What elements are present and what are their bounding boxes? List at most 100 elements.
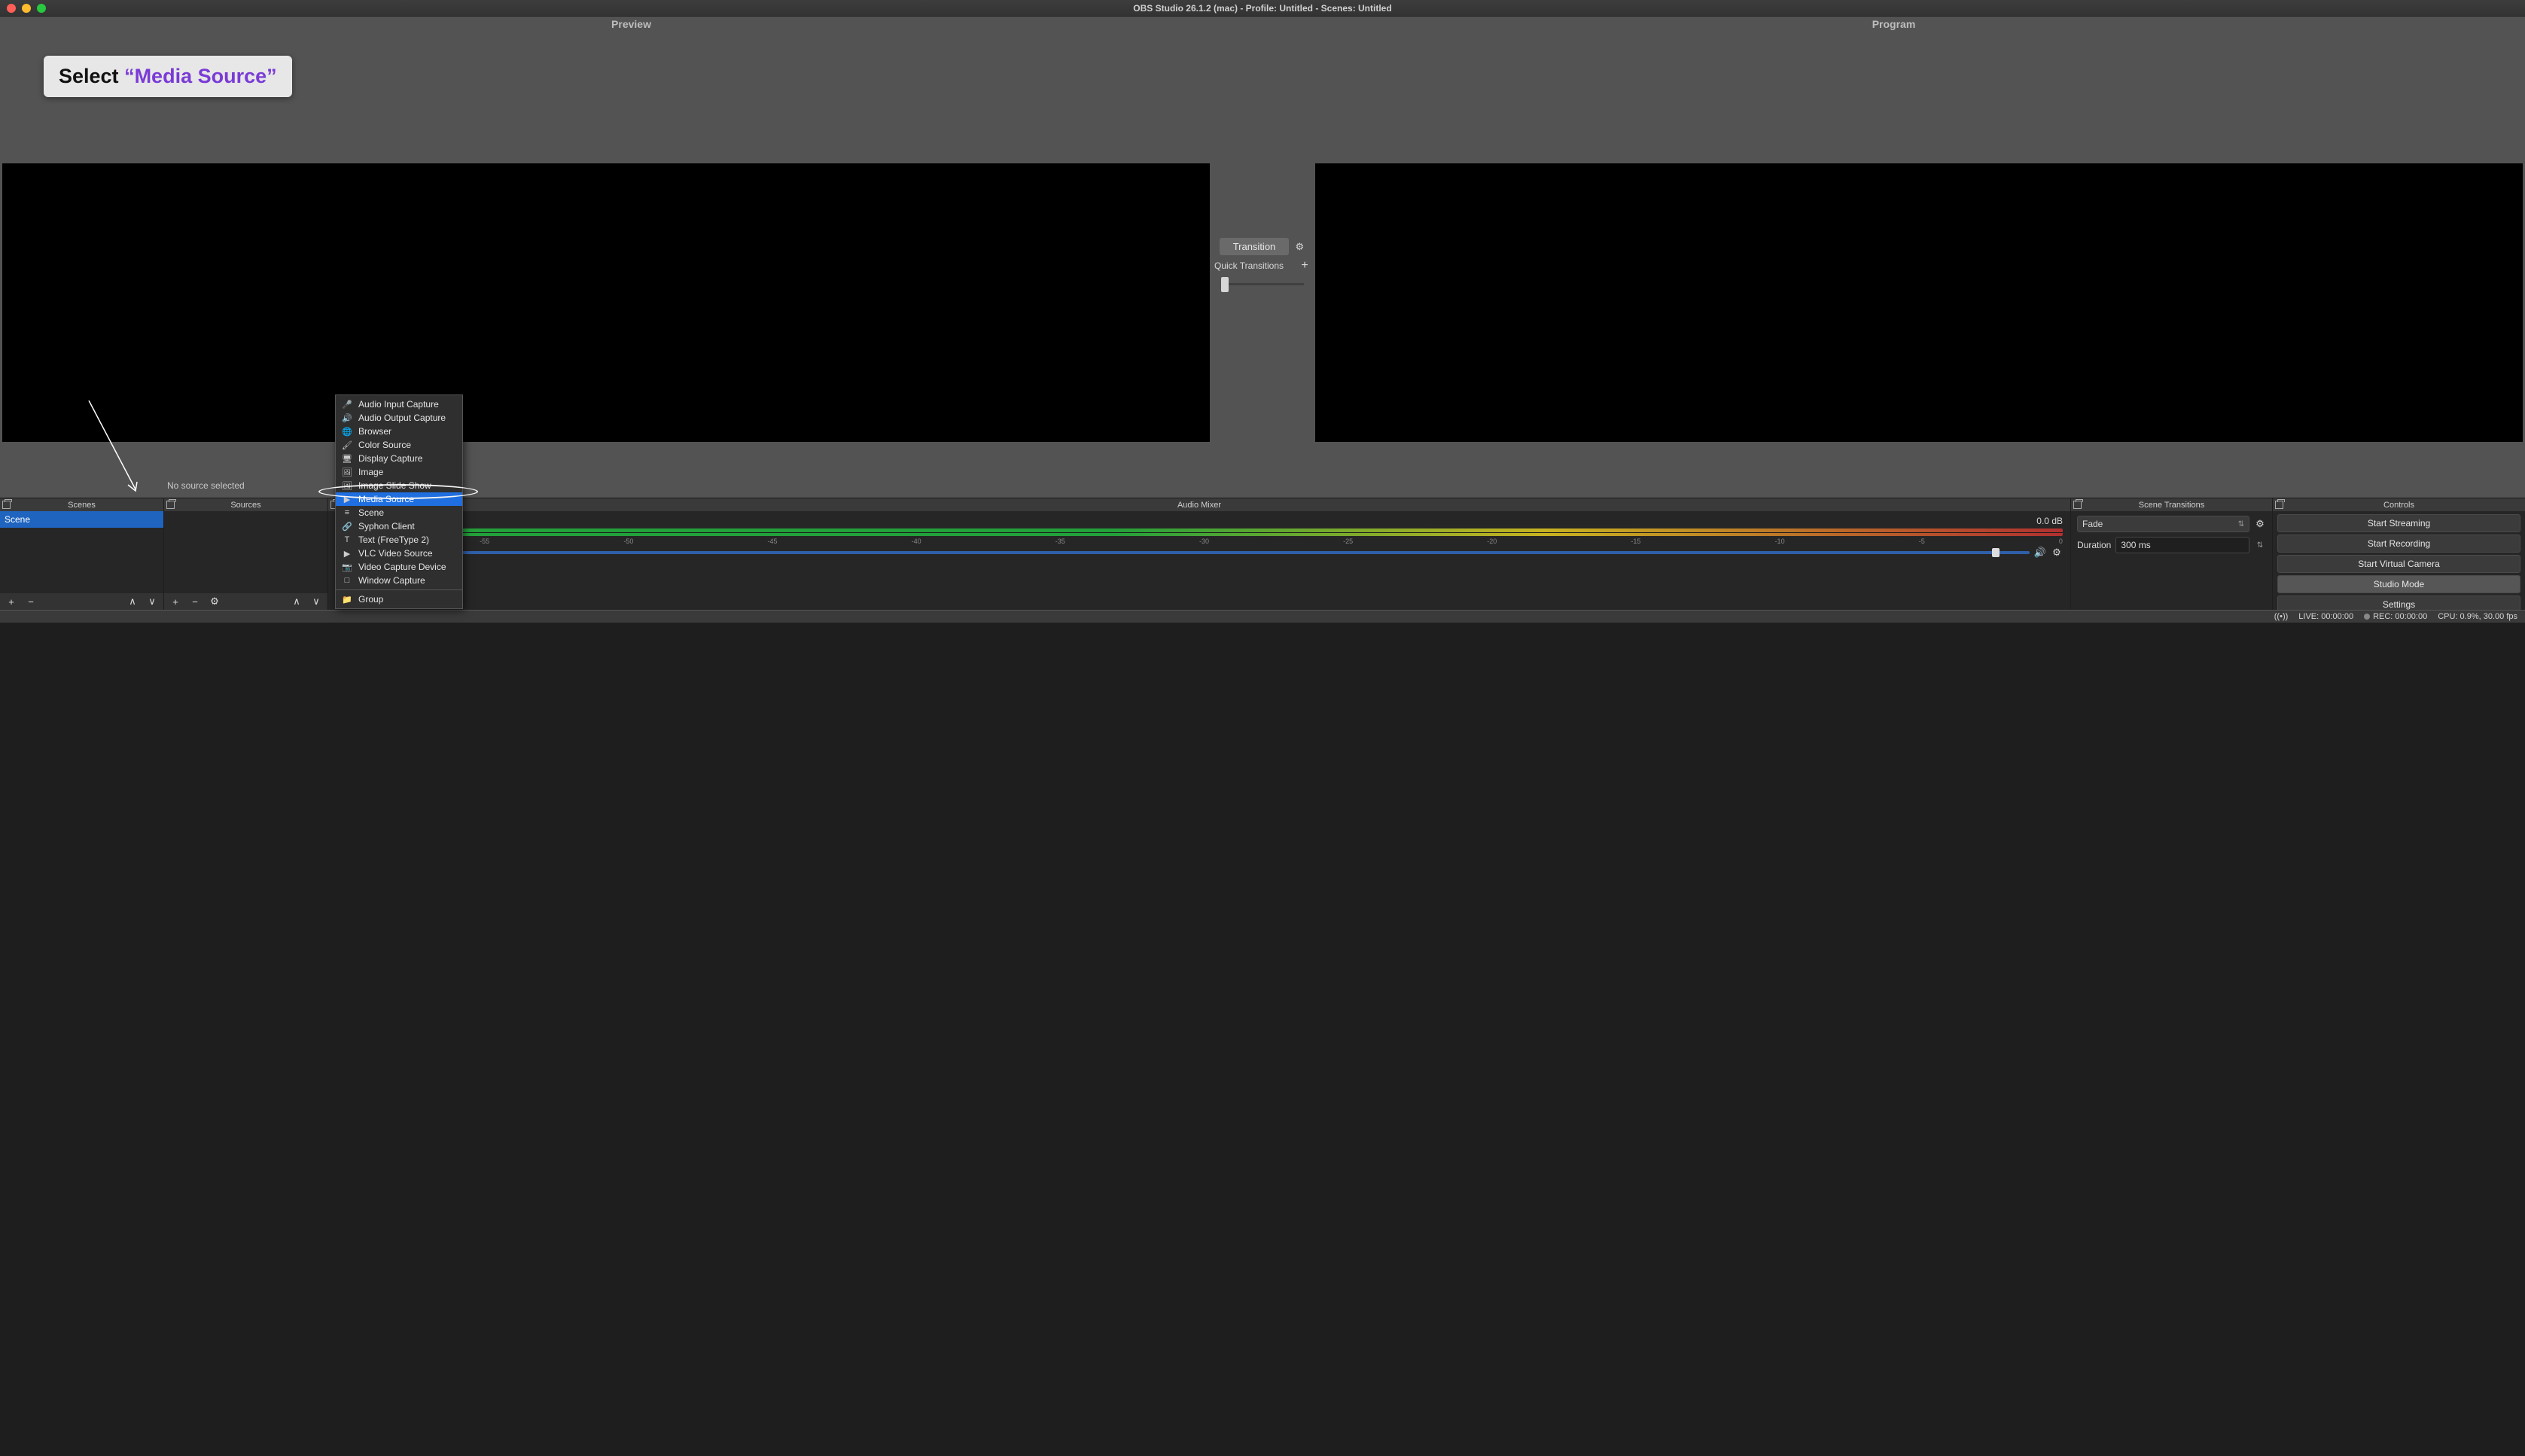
controls-panel-header[interactable]: Controls xyxy=(2273,498,2525,511)
volume-slider[interactable] xyxy=(336,551,2030,554)
spk-icon: 🔊 xyxy=(342,413,352,423)
menu-item-label: Audio Input Capture xyxy=(358,399,439,410)
transition-settings-icon[interactable]: ⚙ xyxy=(1293,241,1305,253)
move-scene-down-button[interactable]: ∨ xyxy=(144,595,160,608)
titlebar: OBS Studio 26.1.2 (mac) - Profile: Untit… xyxy=(0,0,2525,17)
mixer-panel-header[interactable]: Audio Mixer xyxy=(328,498,2070,511)
source-properties-button[interactable]: ⚙ xyxy=(206,595,223,608)
scene-item[interactable]: Scene xyxy=(0,511,163,528)
brush-icon: 🖌 xyxy=(342,440,352,450)
source-menu-item-vlc-video-source[interactable]: ▶VLC Video Source xyxy=(336,547,462,560)
rec-time: REC: 00:00:00 xyxy=(2373,612,2427,621)
popout-icon[interactable] xyxy=(2275,501,2283,509)
transition-button[interactable]: Transition xyxy=(1220,238,1290,255)
cam-icon: 📷 xyxy=(342,562,352,572)
menu-item-label: Browser xyxy=(358,426,391,437)
start-recording-button[interactable]: Start Recording xyxy=(2277,535,2520,553)
source-menu-item-group[interactable]: 📁 Group xyxy=(336,592,462,606)
globe-icon: 🌐 xyxy=(342,427,352,437)
transition-selected: Fade xyxy=(2082,519,2103,529)
source-menu-item-display-capture[interactable]: 🖥Display Capture xyxy=(336,452,462,465)
transitions-body: Fade ⇅ ⚙ Duration 300 ms ⇅ xyxy=(2071,511,2272,610)
source-menu-item-window-capture[interactable]: □Window Capture xyxy=(336,574,462,587)
T-icon: T xyxy=(342,535,352,544)
menu-item-label: Syphon Client xyxy=(358,521,415,532)
preview-canvas[interactable] xyxy=(2,163,1210,442)
duration-input[interactable]: 300 ms xyxy=(2115,537,2249,553)
source-menu-item-image[interactable]: 🖼Image xyxy=(336,465,462,479)
source-menu-item-audio-output-capture[interactable]: 🔊Audio Output Capture xyxy=(336,411,462,425)
transitions-panel-header[interactable]: Scene Transitions xyxy=(2071,498,2272,511)
source-menu-item-syphon-client[interactable]: 🔗 Syphon Client xyxy=(336,519,462,533)
transition-config-button[interactable]: ⚙ xyxy=(2254,518,2266,530)
move-scene-up-button[interactable]: ∧ xyxy=(124,595,141,608)
track-db: 0.0 dB xyxy=(2036,516,2063,526)
duration-stepper[interactable]: ⇅ xyxy=(2254,539,2266,551)
mic-icon: 🎤 xyxy=(342,400,352,410)
scenes-panel-header[interactable]: Scenes xyxy=(0,498,163,511)
menu-item-label: Window Capture xyxy=(358,575,425,586)
transitions-title: Scene Transitions xyxy=(2139,501,2204,510)
scenes-toolbar: + − ∧ ∨ xyxy=(0,593,163,610)
source-menu-item-browser[interactable]: 🌐 Browser xyxy=(336,425,462,438)
audio-mixer-panel: Audio Mixer Mic/Aux 0.0 dB -60-55-50-45-… xyxy=(328,498,2071,610)
sources-toolbar: + − ⚙ ∧ ∨ xyxy=(164,593,327,610)
add-source-button[interactable]: + xyxy=(167,595,184,608)
program-canvas[interactable] xyxy=(1315,163,2523,442)
move-source-up-button[interactable]: ∧ xyxy=(288,595,305,608)
remove-source-button[interactable]: − xyxy=(187,595,203,608)
menu-item-label: Text (FreeType 2) xyxy=(358,535,429,545)
live-time: LIVE: 00:00:00 xyxy=(2298,612,2353,621)
monitor-icon: 🖥 xyxy=(342,454,352,464)
menu-item-label: Group xyxy=(358,594,383,605)
add-scene-button[interactable]: + xyxy=(3,595,20,608)
callout-prefix: Select xyxy=(59,65,124,87)
status-bar: ((•)) LIVE: 00:00:00 REC: 00:00:00 CPU: … xyxy=(0,610,2525,623)
stream-indicator-icon: ((•)) xyxy=(2274,612,2289,621)
source-menu-item-video-capture-device[interactable]: 📷Video Capture Device xyxy=(336,560,462,574)
remove-scene-button[interactable]: − xyxy=(23,595,39,608)
add-quick-transition-button[interactable]: + xyxy=(1299,260,1311,272)
source-menu-item-image-slide-show[interactable]: 🖼Image Slide Show xyxy=(336,479,462,492)
program-pane[interactable] xyxy=(1315,32,2525,498)
cpu-status: CPU: 0.9%, 30.00 fps xyxy=(2438,612,2517,621)
scenes-list[interactable]: Scene xyxy=(0,511,163,593)
folder-icon: 📁 xyxy=(342,595,352,605)
source-menu-item-scene[interactable]: ≡Scene xyxy=(336,506,462,519)
source-menu-item-color-source[interactable]: 🖌 Color Source xyxy=(336,438,462,452)
menu-item-label: Color Source xyxy=(358,440,411,450)
link-icon: 🔗 xyxy=(342,522,352,532)
quick-transition-slider[interactable] xyxy=(1221,276,1304,291)
window-title: OBS Studio 26.1.2 (mac) - Profile: Untit… xyxy=(0,3,2525,14)
move-source-down-button[interactable]: ∨ xyxy=(308,595,324,608)
start-streaming-button[interactable]: Start Streaming xyxy=(2277,514,2520,532)
source-menu-item-audio-input-capture[interactable]: 🎤 Audio Input Capture xyxy=(336,398,462,411)
sources-panel-header[interactable]: Sources xyxy=(164,498,327,511)
studio-mode-button[interactable]: Studio Mode xyxy=(2277,575,2520,593)
scene-transitions-panel: Scene Transitions Fade ⇅ ⚙ Duration 300 … xyxy=(2071,498,2273,610)
mute-button[interactable]: 🔊 xyxy=(2034,547,2046,559)
track-settings-button[interactable]: ⚙ xyxy=(2051,547,2063,559)
scene-icon: ≡ xyxy=(342,508,352,517)
preview-pane[interactable] xyxy=(0,32,1210,498)
sources-list[interactable] xyxy=(164,511,327,593)
source-menu-item-media-source[interactable]: ▶Media Source xyxy=(336,492,462,506)
stage-header: Preview Program xyxy=(0,17,2525,32)
source-menu-item-text-freetype-2-[interactable]: T Text (FreeType 2) xyxy=(336,533,462,547)
settings-button[interactable]: Settings xyxy=(2277,595,2520,610)
controls-title: Controls xyxy=(2383,501,2414,510)
play-icon: ▶ xyxy=(342,495,352,504)
popout-icon[interactable] xyxy=(2,501,11,509)
vu-meter xyxy=(336,528,2063,536)
menu-separator xyxy=(336,589,462,590)
program-label: Program xyxy=(1262,17,2525,32)
transition-select[interactable]: Fade ⇅ xyxy=(2077,516,2249,532)
scenes-panel: Scenes Scene + − ∧ ∨ xyxy=(0,498,164,610)
start-virtual-camera-button[interactable]: Start Virtual Camera xyxy=(2277,555,2520,573)
add-source-menu[interactable]: 🎤 Audio Input Capture🔊Audio Output Captur… xyxy=(335,394,463,609)
instruction-callout: Select “Media Source” xyxy=(44,56,292,97)
db-ticks: -60-55-50-45-40-35-30-25-20-15-10-50 xyxy=(336,538,2063,545)
popout-icon[interactable] xyxy=(166,501,175,509)
scenes-title: Scenes xyxy=(68,501,96,510)
popout-icon[interactable] xyxy=(2073,501,2082,509)
